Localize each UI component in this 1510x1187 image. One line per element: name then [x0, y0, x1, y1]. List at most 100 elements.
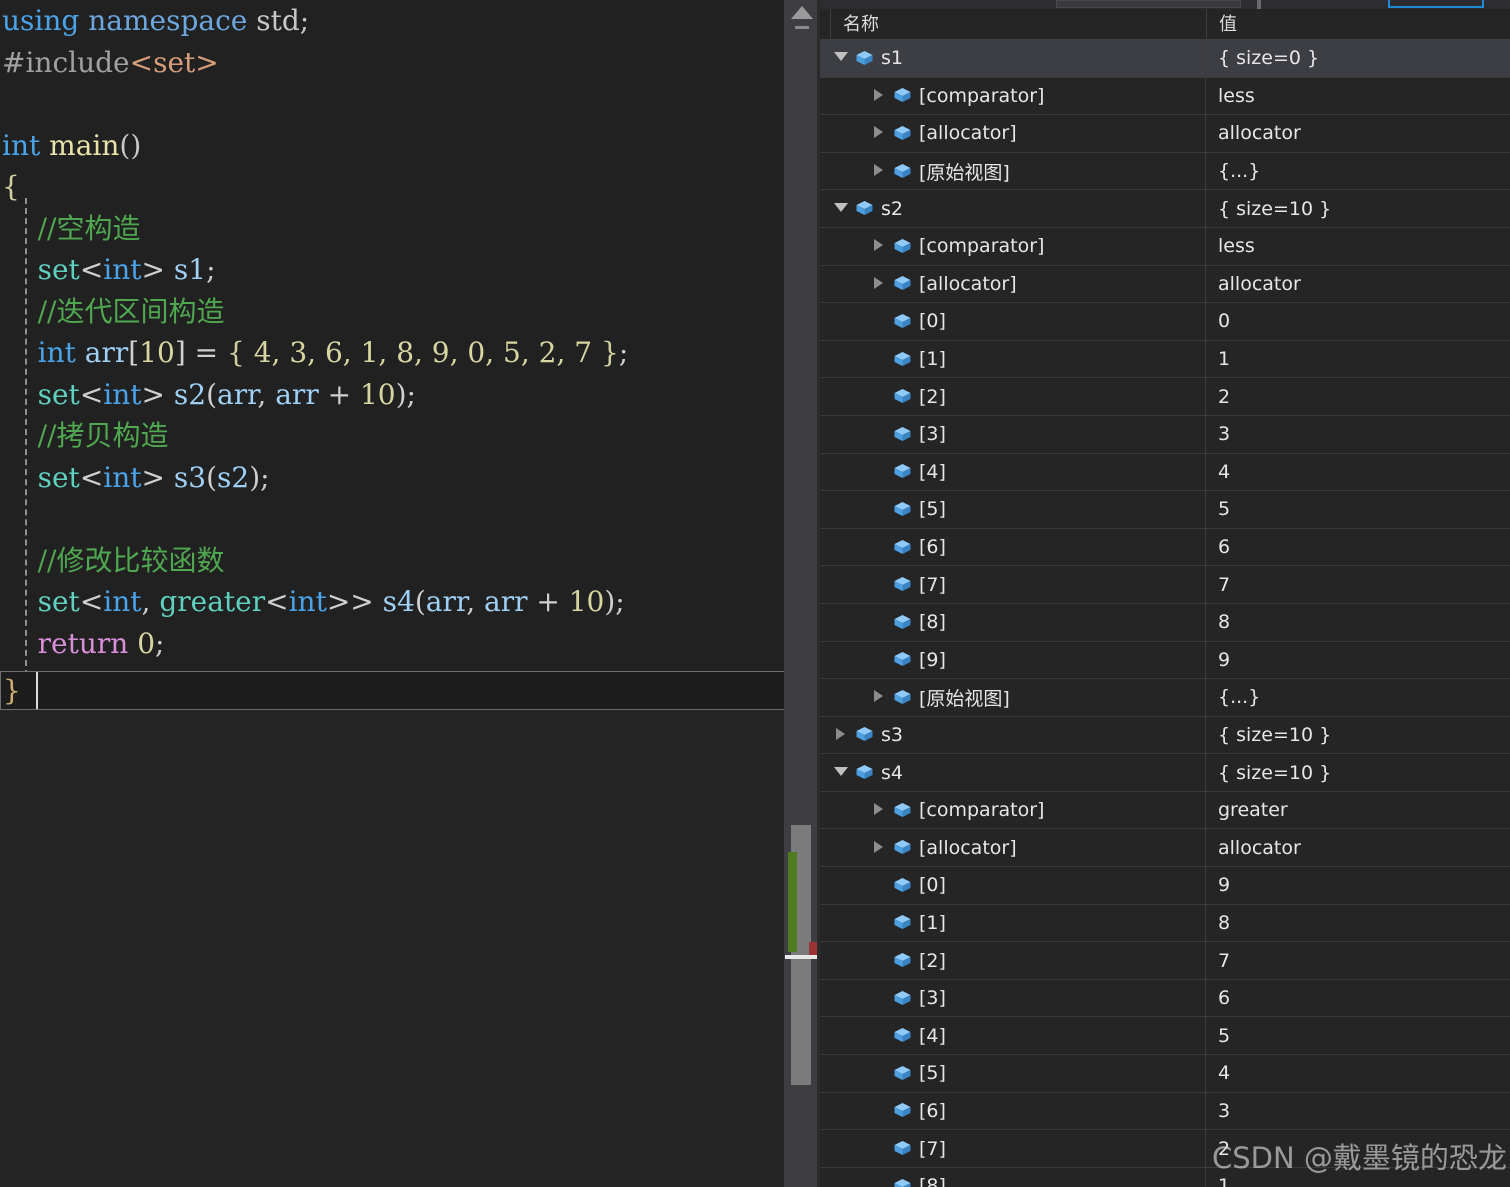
code-line[interactable]: //修改比较函数 [0, 540, 820, 582]
scroll-up-arrow-icon[interactable] [791, 6, 813, 19]
watch-row[interactable]: [0] 9 [820, 867, 1510, 905]
watch-row[interactable]: [0] 0 [820, 303, 1510, 341]
watch-row-name-cell[interactable]: s2 [820, 190, 1206, 227]
current-line-highlight[interactable]: } [0, 671, 818, 710]
watch-row-value[interactable]: allocator [1206, 266, 1510, 303]
expand-triangle-icon[interactable] [872, 840, 886, 855]
expand-triangle-icon[interactable] [872, 690, 886, 704]
watch-row-name-cell[interactable]: [7] [820, 566, 1206, 603]
watch-row-value[interactable]: { size=10 } [1206, 190, 1510, 227]
watch-row-value[interactable]: 7 [1206, 942, 1510, 979]
watch-row[interactable]: [allocator] allocator [820, 829, 1510, 868]
watch-row-value[interactable]: { size=10 } [1206, 717, 1510, 754]
watch-row-name-cell[interactable]: [8] [820, 1167, 1206, 1187]
watch-row-value[interactable]: {...} [1206, 679, 1510, 716]
watch-row[interactable]: [3] 6 [820, 979, 1510, 1018]
watch-row-name-cell[interactable]: [comparator] [820, 227, 1206, 265]
toolbar-focused-button[interactable] [1388, 0, 1484, 8]
watch-rows[interactable]: s1 { size=0 } [comparator] less [allocator] a… [820, 40, 1510, 1187]
code-line[interactable]: //拷贝构造 [0, 415, 820, 457]
watch-row-value[interactable]: 1 [1206, 341, 1510, 378]
watch-row-name-cell[interactable]: [4] [820, 453, 1206, 491]
collapse-triangle-icon[interactable] [834, 202, 848, 216]
watch-row-name-cell[interactable]: [comparator] [820, 77, 1206, 115]
collapse-triangle-icon[interactable] [834, 766, 848, 780]
watch-row-value[interactable]: 4 [1206, 1055, 1510, 1092]
watch-row-value[interactable]: 5 [1206, 1017, 1510, 1054]
watch-row-name-cell[interactable]: [2] [820, 378, 1206, 415]
watch-row[interactable]: [原始视图] {...} [820, 152, 1510, 191]
watch-row[interactable]: [6] 6 [820, 528, 1510, 567]
code-line[interactable] [0, 498, 820, 540]
code-line[interactable]: #include<set> [0, 42, 820, 84]
watch-row-value[interactable]: less [1206, 78, 1510, 115]
watch-row-name-cell[interactable]: [allocator] [820, 829, 1206, 867]
watch-row-name-cell[interactable]: [7] [820, 1130, 1206, 1167]
watch-row[interactable]: [8] 8 [820, 603, 1510, 642]
watch-row[interactable]: [3] 3 [820, 415, 1510, 454]
watch-row-name-cell[interactable]: [3] [820, 979, 1206, 1017]
code-line[interactable]: using namespace std; [0, 0, 820, 42]
expand-triangle-icon[interactable] [834, 727, 848, 742]
watch-row-value[interactable]: 5 [1206, 491, 1510, 528]
watch-row-value[interactable]: greater [1206, 792, 1510, 829]
watch-row[interactable]: [6] 3 [820, 1092, 1510, 1131]
watch-row-value[interactable]: allocator [1206, 829, 1510, 866]
watch-row[interactable]: [7] 7 [820, 566, 1510, 604]
watch-row-value[interactable]: 6 [1206, 529, 1510, 566]
watch-row-name-cell[interactable]: [5] [820, 491, 1206, 528]
watch-row[interactable]: [4] 5 [820, 1017, 1510, 1056]
watch-row-value[interactable]: { size=10 } [1206, 754, 1510, 791]
code-line[interactable]: //迭代区间构造 [0, 291, 820, 333]
watch-row-name-cell[interactable]: s4 [820, 754, 1206, 791]
watch-row-value[interactable]: less [1206, 228, 1510, 265]
watch-row-name-cell[interactable]: [1] [820, 340, 1206, 378]
watch-row-name-cell[interactable]: [5] [820, 1055, 1206, 1092]
code-line[interactable]: set<int, greater<int>> s4(arr, arr + 10)… [0, 581, 820, 623]
watch-row[interactable]: [2] 7 [820, 942, 1510, 980]
watch-row[interactable]: s3 { size=10 } [820, 716, 1510, 755]
watch-row[interactable]: [5] 4 [820, 1055, 1510, 1093]
watch-row-value[interactable]: 7 [1206, 566, 1510, 603]
watch-row[interactable]: [allocator] allocator [820, 115, 1510, 153]
watch-row-value[interactable]: {...} [1206, 153, 1510, 190]
watch-row-name-cell[interactable]: [原始视图] [820, 152, 1206, 190]
watch-row-name-cell[interactable]: [9] [820, 641, 1206, 679]
watch-row[interactable]: [1] 1 [820, 340, 1510, 379]
watch-row-name-cell[interactable]: [原始视图] [820, 679, 1206, 716]
watch-row-name-cell[interactable]: [1] [820, 904, 1206, 942]
editor-scrollbar[interactable] [784, 0, 820, 1187]
expand-triangle-icon[interactable] [872, 239, 886, 253]
code-line[interactable]: int arr[10] = { 4, 3, 6, 1, 8, 9, 0, 5, … [0, 332, 820, 374]
scroll-collapse-icon[interactable] [795, 26, 809, 29]
watch-row-value[interactable]: 3 [1206, 416, 1510, 453]
watch-row-name-cell[interactable]: [allocator] [820, 265, 1206, 303]
watch-row-name-cell[interactable]: [6] [820, 1092, 1206, 1130]
watch-row-name-cell[interactable]: [3] [820, 415, 1206, 453]
watch-row-name-cell[interactable]: s3 [820, 716, 1206, 754]
watch-row-value[interactable]: { size=0 } [1206, 40, 1510, 77]
watch-row[interactable]: s4 { size=10 } [820, 754, 1510, 792]
watch-row-name-cell[interactable]: s1 [820, 40, 1206, 77]
expand-triangle-icon[interactable] [872, 276, 886, 291]
watch-row-name-cell[interactable]: [6] [820, 528, 1206, 566]
watch-row-name-cell[interactable]: [8] [820, 603, 1206, 641]
code-line[interactable]: return 0; [0, 623, 820, 665]
column-header-name[interactable]: 名称 [830, 9, 1206, 40]
watch-row-value[interactable]: 0 [1206, 303, 1510, 340]
code-editor-pane[interactable]: using namespace std; #include<set> int mai… [0, 0, 820, 1187]
code-line[interactable]: set<int> s1; [0, 249, 820, 291]
watch-row[interactable]: [comparator] less [820, 227, 1510, 266]
watch-row[interactable]: [2] 2 [820, 378, 1510, 416]
expand-triangle-icon[interactable] [872, 164, 886, 178]
watch-row[interactable]: [5] 5 [820, 491, 1510, 529]
watch-row-value[interactable]: 8 [1206, 604, 1510, 641]
watch-row[interactable]: [comparator] greater [820, 791, 1510, 830]
code-line[interactable]: //空构造 [0, 208, 820, 250]
watch-row-name-cell[interactable]: [4] [820, 1017, 1206, 1055]
watch-row[interactable]: [4] 4 [820, 453, 1510, 492]
watch-row-value[interactable]: 4 [1206, 454, 1510, 491]
watch-row[interactable]: [原始视图] {...} [820, 679, 1510, 717]
debug-watch-pane[interactable]: 名称 值 s1{ size=0 } [comparator] less [alloca… [820, 0, 1510, 1187]
watch-row[interactable]: [9] 9 [820, 641, 1510, 680]
